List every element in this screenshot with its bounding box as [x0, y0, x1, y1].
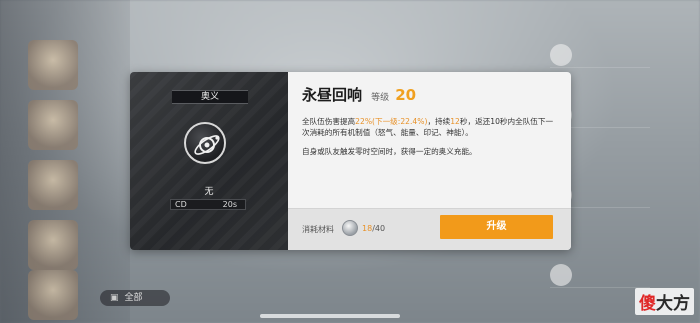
skill-detail-dialog: 奥义 无 CD 20s 永昼回响 等级 20 全队伍伤害提高22%(下一级:22… [130, 72, 571, 250]
skill-charge-description: 自身或队友触发零时空间时，获得一定的奥义充能。 [302, 147, 477, 156]
upgrade-button[interactable]: 升级 [440, 215, 553, 239]
character-portrait[interactable] [28, 40, 78, 90]
skill-slot-label: 无 [204, 187, 214, 197]
skill-title: 永昼回响 [302, 86, 363, 104]
level-value: 20 [395, 86, 417, 104]
skill-description: 全队伍伤害提高22%(下一级:22.4%)，持续12秒，返还10秒内全队伍下一次… [302, 117, 554, 137]
character-list-panel [0, 0, 130, 323]
material-gear-icon[interactable] [342, 220, 358, 236]
home-indicator [260, 314, 400, 318]
level-label: 等级 [371, 93, 390, 103]
cooldown-bar: CD 20s [170, 199, 246, 210]
filter-all-button[interactable]: ▣ 全部 [100, 290, 170, 306]
bg-menu-row [550, 260, 650, 288]
planet-orbit-icon [184, 122, 226, 164]
upgrade-footer: 消耗材料 18/40 升级 [288, 208, 571, 250]
bg-menu-row [550, 40, 650, 68]
cooldown-value: 20s [222, 200, 237, 209]
material-label: 消耗材料 [302, 225, 334, 234]
skill-info-panel: 永昼回响 等级 20 全队伍伤害提高22%(下一级:22.4%)，持续12秒，返… [288, 72, 571, 250]
character-portrait[interactable] [28, 100, 78, 150]
filter-icon: ▣ [110, 293, 119, 303]
character-portrait[interactable] [28, 220, 78, 270]
material-count: 18/40 [362, 224, 386, 233]
skill-title-row: 永昼回响 等级 20 [302, 84, 416, 106]
skill-category-tag: 奥义 [172, 90, 248, 104]
skill-preview-panel: 奥义 无 CD 20s [130, 72, 288, 250]
character-portrait[interactable] [28, 160, 78, 210]
cooldown-label: CD [175, 200, 187, 209]
character-portrait[interactable] [28, 270, 78, 320]
watermark-logo: 傻大方 [635, 288, 694, 315]
